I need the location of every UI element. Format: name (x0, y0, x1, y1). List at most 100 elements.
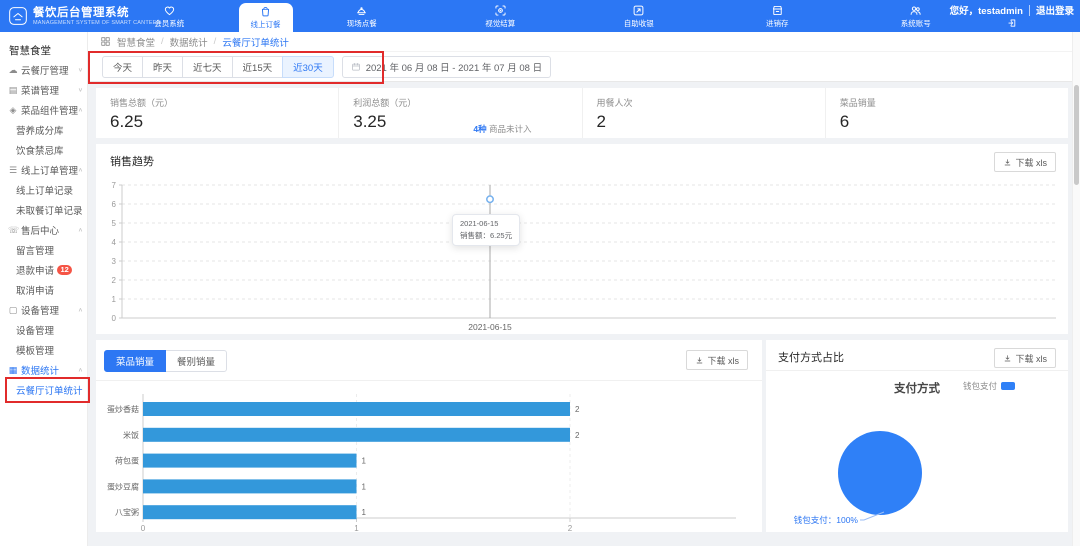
payment-pie-chart[interactable]: 钱包支付：100% (766, 370, 1068, 532)
user-divider (1029, 5, 1030, 16)
sidebar-item-18[interactable]: 云餐厅订单统计 (0, 380, 87, 400)
filter-range-button-1[interactable]: 今天 (102, 56, 143, 78)
sidebar-item-13[interactable]: 取消申请 (0, 280, 87, 300)
download-xls-button[interactable]: 下载 xls (686, 350, 748, 370)
chevron-down-icon: ∨ (78, 87, 83, 93)
sidebar-label: 菜品组件管理 (21, 103, 78, 117)
sidebar-item-7[interactable]: ☰线上订单管理∧ (0, 160, 87, 180)
logo-icon (8, 6, 28, 26)
sidebar-item-11[interactable]: 留言管理 (0, 240, 87, 260)
svg-text:1: 1 (112, 295, 117, 304)
sidebar-label: 售后中心 (21, 223, 59, 237)
topnav-item-4[interactable]: 视觉结算 (431, 0, 570, 32)
app-root: 餐饮后台管理系统 MANAGEMENT SYSTEM OF SMART CANT… (0, 0, 1080, 546)
logout-icon[interactable] (1007, 18, 1017, 28)
sidebar-item-8[interactable]: 线上订单记录 (0, 180, 87, 200)
sidebar-item-16[interactable]: 模板管理 (0, 340, 87, 360)
download-icon (1003, 158, 1012, 167)
user-line: 您好，testadmin 退出登录 (950, 3, 1074, 17)
breadcrumb-item[interactable]: 数据统计 (170, 35, 208, 49)
sidebar-item-9[interactable]: 未取餐订单记录 (0, 200, 87, 220)
quick-range-buttons: 今天昨天近七天近15天近30天 (102, 56, 334, 78)
sidebar-item-5[interactable]: 营养成分库 (0, 120, 87, 140)
download-xls-button[interactable]: 下载 xls (994, 152, 1056, 172)
svg-text:4: 4 (112, 238, 117, 247)
download-label: 下载 xls (707, 354, 739, 367)
stat-label: 销售总额（元） (110, 96, 338, 109)
dish-sales-tab-2[interactable]: 餐别销量 (165, 350, 227, 372)
payment-title: 支付方式占比 (778, 349, 844, 365)
sidebar-item-12[interactable]: 退款申请12 (0, 260, 87, 280)
sidebar-label: 线上订单管理 (21, 163, 78, 177)
topnav-label: 线上订餐 (251, 19, 281, 30)
heart-icon (163, 4, 176, 17)
chevron-up-icon: ∧ (78, 227, 83, 233)
breadcrumb-current: 云餐厅订单统计 (222, 35, 289, 49)
sidebar-item-2[interactable]: ☁云餐厅管理∨ (0, 60, 87, 80)
topnav-item-2[interactable]: 线上订餐 (239, 3, 293, 32)
dish-component-icon: ◈ (8, 105, 18, 116)
after-sales-icon: ☏ (8, 225, 18, 236)
stat-value: 3.25 (353, 112, 581, 132)
svg-text:2: 2 (112, 276, 117, 285)
topnav-label: 视觉结算 (485, 18, 515, 29)
scrollbar-thumb[interactable] (1074, 85, 1079, 185)
svg-text:2: 2 (575, 431, 580, 440)
sidebar-item-17[interactable]: ▦数据统计∧ (0, 360, 87, 380)
sidebar-item-6[interactable]: 饮食禁忌库 (0, 140, 87, 160)
stat-card-4: 菜品销量6 (825, 88, 1068, 138)
sidebar-item-14[interactable]: ▢设备管理∧ (0, 300, 87, 320)
svg-text:钱包支付：100%: 钱包支付：100% (794, 515, 859, 525)
sidebar-label: 营养成分库 (16, 123, 64, 137)
sales-trend-title: 销售趋势 (110, 153, 154, 169)
sales-trend-panel: 销售趋势 下载 xls 012345672021-06-15 2021-06-1… (96, 144, 1068, 334)
dish-sales-bar-chart[interactable]: 012蛋炒香菇2米饭2荷包蛋1蛋炒豆腐1八宝粥1 (96, 388, 762, 532)
filter-range-button-2[interactable]: 昨天 (142, 56, 183, 78)
user-greeting: 您好，testadmin (950, 3, 1023, 17)
sidebar-label: 未取餐订单记录 (16, 203, 83, 217)
breadcrumb-separator: / (214, 36, 217, 47)
topnav-item-6[interactable]: 进销存 (708, 0, 847, 32)
dish-sales-panel: 菜品销量餐别销量 下载 xls 012蛋炒香菇2米饭2荷包蛋1蛋炒豆腐1八宝粥1 (96, 340, 762, 532)
vertical-scrollbar[interactable] (1072, 32, 1080, 546)
breadcrumb-item[interactable]: 智慧食堂 (117, 35, 155, 49)
eye-scan-icon (494, 4, 507, 17)
date-range-picker[interactable]: 2021 年 06 月 08 日 - 2021 年 07 月 08 日 (342, 56, 551, 78)
logout-link[interactable]: 退出登录 (1036, 3, 1074, 17)
sidebar-item-4[interactable]: ◈菜品组件管理∧ (0, 100, 87, 120)
payment-panel: 支付方式占比 下载 xls 支付方式 钱包支付 钱包支付：100% (766, 340, 1068, 532)
topnav-item-3[interactable]: 现场点餐 (293, 0, 432, 32)
self-checkout-icon (632, 4, 645, 17)
sidebar-item-10[interactable]: ☏售后中心 ∧ (0, 220, 87, 240)
svg-text:2: 2 (568, 524, 573, 532)
filter-range-button-5[interactable]: 近30天 (282, 56, 334, 78)
top-navigation: 会员系统线上订餐现场点餐视觉结算自助收银进销存系统账号 (100, 0, 985, 32)
sales-trend-line-chart[interactable]: 012345672021-06-15 (96, 174, 1068, 334)
topnav-item-5[interactable]: 自助收银 (570, 0, 709, 32)
online-order-icon: ☰ (8, 165, 18, 176)
topbar: 餐饮后台管理系统 MANAGEMENT SYSTEM OF SMART CANT… (0, 0, 1080, 32)
svg-text:蛋炒香菇: 蛋炒香菇 (107, 404, 139, 414)
svg-text:1: 1 (354, 524, 359, 532)
users-icon (909, 4, 922, 17)
sidebar-item-15[interactable]: 设备管理 (0, 320, 87, 340)
sidebar-item-3[interactable]: ▤菜谱管理∨ (0, 80, 87, 100)
stat-value: 2 (597, 112, 825, 132)
stat-note-text: 商品未计入 (489, 124, 532, 134)
download-xls-button[interactable]: 下载 xls (994, 348, 1056, 368)
svg-text:荷包蛋: 荷包蛋 (115, 456, 139, 466)
topnav-item-1[interactable]: 会员系统 (100, 0, 239, 32)
svg-text:5: 5 (112, 219, 117, 228)
svg-text:1: 1 (362, 508, 367, 517)
filter-range-button-3[interactable]: 近七天 (182, 56, 233, 78)
filter-range-button-4[interactable]: 近15天 (232, 56, 284, 78)
svg-text:0: 0 (141, 524, 146, 532)
svg-text:米饭: 米饭 (123, 430, 139, 440)
tooltip-date: 2021-06-15 (460, 218, 512, 230)
stat-value: 6 (840, 112, 1068, 132)
sidebar-label: 云餐厅管理 (21, 63, 69, 77)
sidebar-label: 模板管理 (16, 343, 54, 357)
sidebar-label: 线上订单记录 (16, 183, 73, 197)
dish-sales-tab-1[interactable]: 菜品销量 (104, 350, 166, 372)
stat-card-3: 用餐人次2 (582, 88, 825, 138)
